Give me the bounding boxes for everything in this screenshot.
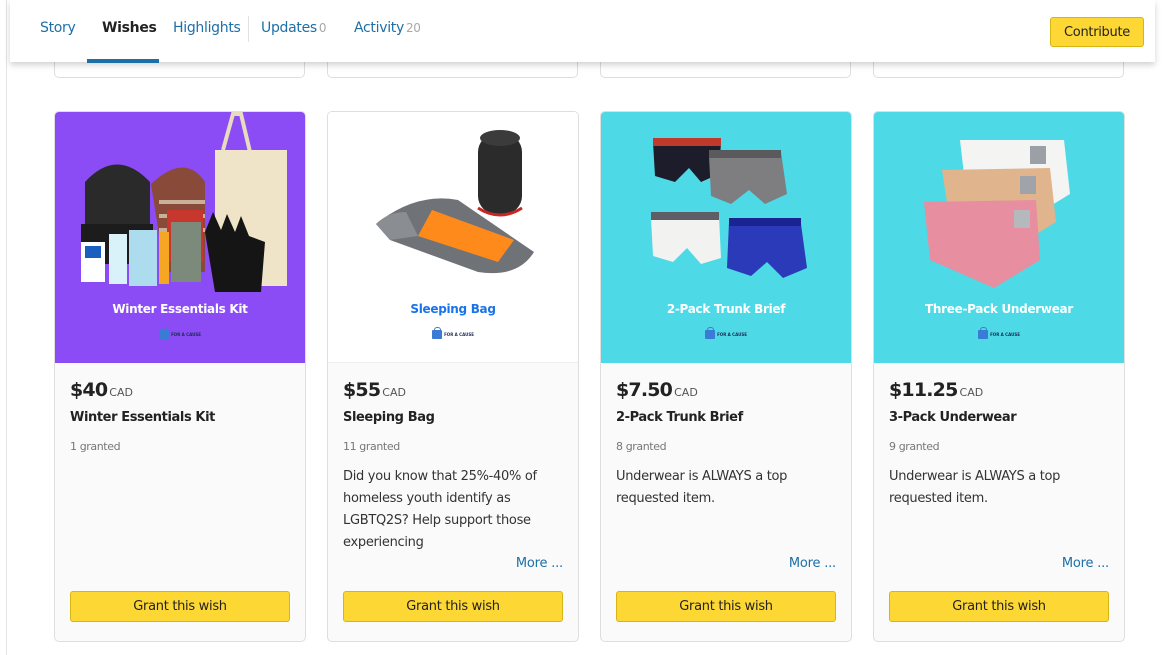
- wish-description: Did you know that 25%-40% of homeless yo…: [343, 469, 537, 550]
- wish-card: Winter Essentials Kit FOR A CAUSE $40 CAD…: [54, 111, 306, 642]
- grant-wish-button[interactable]: Grant this wish: [343, 591, 563, 622]
- grant-wish-button[interactable]: Grant this wish: [70, 591, 290, 622]
- tab-divider: [248, 16, 249, 42]
- tab-story[interactable]: Story: [40, 20, 76, 36]
- brand-logo: FOR A CAUSE: [601, 327, 851, 339]
- tab-count: 20: [405, 21, 421, 35]
- wish-image[interactable]: 2-Pack Trunk Brief FOR A CAUSE: [601, 112, 851, 363]
- brand-logo: FOR A CAUSE: [874, 327, 1124, 339]
- tab-count: 0: [318, 21, 327, 35]
- more-link[interactable]: More ...: [1062, 556, 1109, 571]
- wish-image[interactable]: Three-Pack Underwear FOR A CAUSE: [874, 112, 1124, 363]
- winter-kit-illustration: [81, 112, 287, 292]
- contribute-button[interactable]: Contribute: [1050, 17, 1144, 47]
- wish-price: $11.25 CAD: [889, 379, 984, 401]
- granted-count: 9 granted: [889, 440, 940, 453]
- wish-price: $40 CAD: [70, 379, 133, 401]
- wish-image-title: Three-Pack Underwear: [925, 302, 1073, 316]
- granted-count: 11 granted: [343, 440, 400, 453]
- tab-activity[interactable]: Activity 20: [354, 20, 421, 36]
- brand-logo: FOR A CAUSE: [328, 327, 578, 339]
- wish-image-title: Winter Essentials Kit: [112, 302, 248, 316]
- wish-description: Underwear is ALWAYS a top requested item…: [616, 469, 788, 506]
- wish-image-title: Sleeping Bag: [410, 302, 496, 316]
- wish-name: 2-Pack Trunk Brief: [616, 410, 743, 425]
- tab-wishes[interactable]: Wishes: [102, 20, 157, 36]
- underwear-illustration: [924, 140, 1070, 288]
- wish-description: Underwear is ALWAYS a top requested item…: [889, 469, 1061, 506]
- tab-highlights[interactable]: Highlights: [173, 20, 241, 36]
- page-left-border: [6, 0, 7, 655]
- wish-name: 3-Pack Underwear: [889, 410, 1017, 425]
- section-tab-bar: Story Wishes Highlights Updates 0 Activit…: [10, 0, 1155, 63]
- trunk-brief-illustration: [651, 138, 807, 278]
- wish-image-title: 2-Pack Trunk Brief: [666, 302, 786, 316]
- wish-name: Winter Essentials Kit: [70, 410, 215, 425]
- wish-card: 2-Pack Trunk Brief FOR A CAUSE $7.50 CAD …: [600, 111, 852, 642]
- sleeping-bag-illustration: [376, 130, 534, 274]
- tab-updates[interactable]: Updates 0: [261, 20, 327, 36]
- wish-card: Three-Pack Underwear FOR A CAUSE $11.25 C…: [873, 111, 1125, 642]
- more-link[interactable]: More ...: [516, 556, 563, 571]
- active-tab-indicator: [87, 59, 159, 63]
- more-link[interactable]: More ...: [789, 556, 836, 571]
- wish-card: Sleeping Bag FOR A CAUSE $55 CAD Sleeping…: [327, 111, 579, 642]
- wish-price: $55 CAD: [343, 379, 406, 401]
- granted-count: 8 granted: [616, 440, 667, 453]
- wish-image[interactable]: Sleeping Bag FOR A CAUSE: [328, 112, 578, 363]
- wish-image[interactable]: Winter Essentials Kit FOR A CAUSE: [55, 112, 305, 363]
- wish-price: $7.50 CAD: [616, 379, 698, 401]
- grant-wish-button[interactable]: Grant this wish: [616, 591, 836, 622]
- grant-wish-button[interactable]: Grant this wish: [889, 591, 1109, 622]
- wish-name: Sleeping Bag: [343, 410, 435, 425]
- granted-count: 1 granted: [70, 440, 121, 453]
- brand-logo: FOR A CAUSE: [55, 327, 305, 339]
